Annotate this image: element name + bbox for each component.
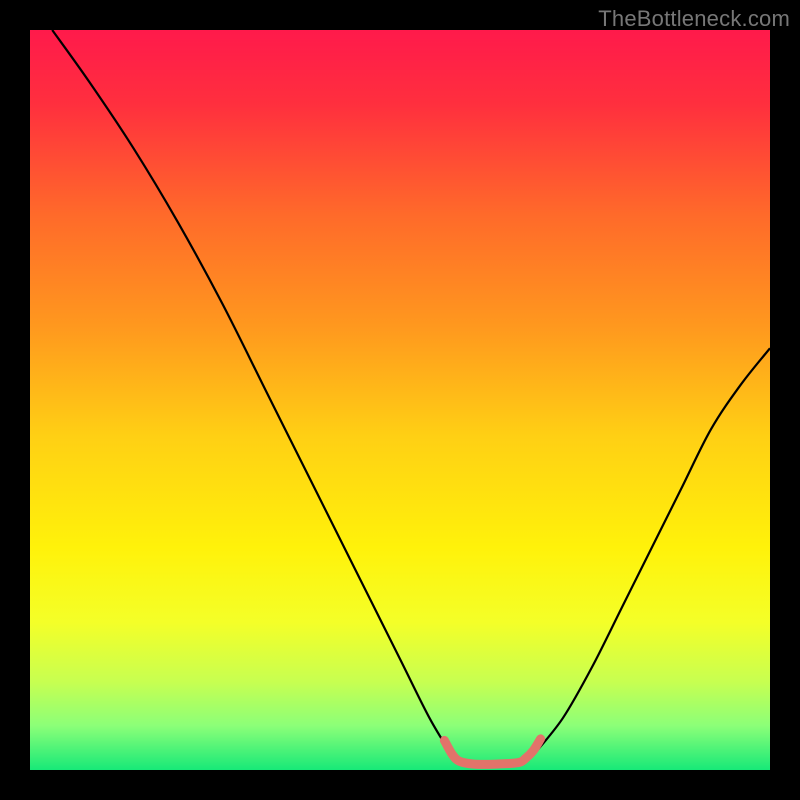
series-right-curve <box>533 348 770 755</box>
chart-frame: TheBottleneck.com <box>0 0 800 800</box>
series-left-curve <box>52 30 452 755</box>
series-valley-highlight <box>444 739 540 764</box>
curves-layer <box>30 30 770 770</box>
watermark-text: TheBottleneck.com <box>598 6 790 32</box>
plot-area <box>30 30 770 770</box>
